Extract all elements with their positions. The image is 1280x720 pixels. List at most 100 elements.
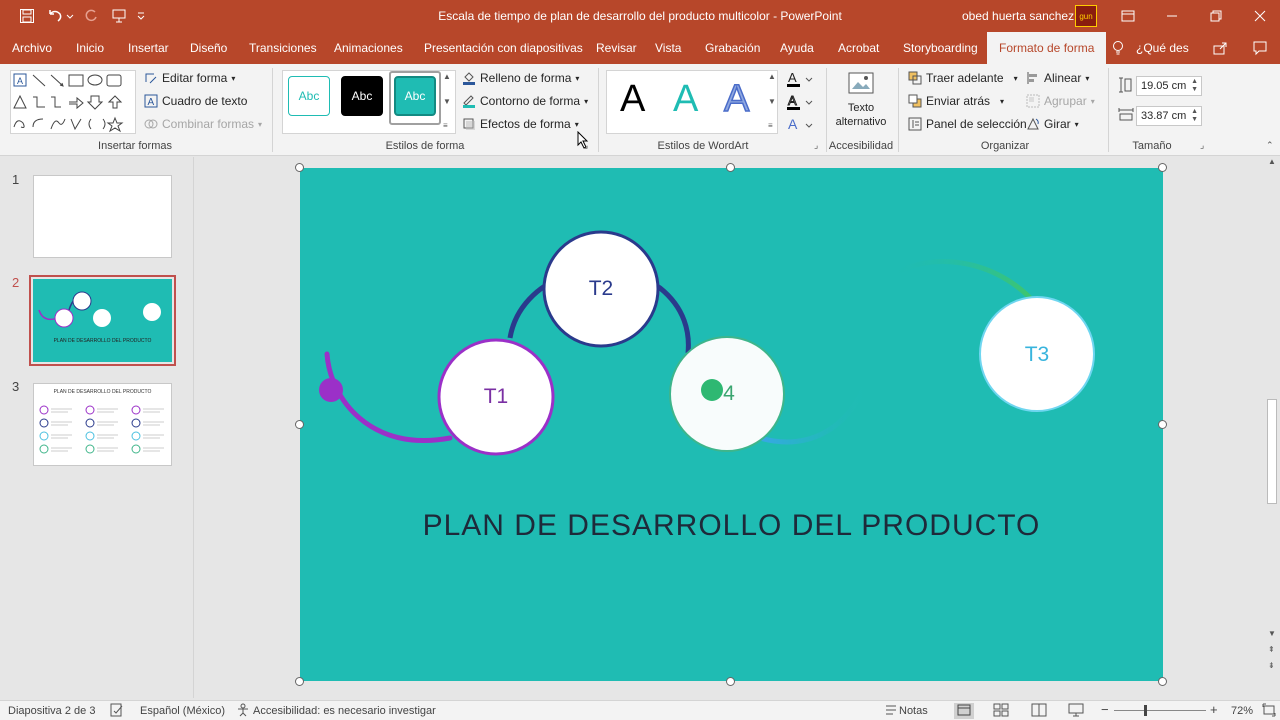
resize-handle-top-right[interactable] [1158,163,1167,172]
slide-canvas[interactable]: T1 T2 4 T3 PLAN DE DESARROLLO DEL PRODUC… [300,168,1163,681]
accessibility-status[interactable]: Accesibilidad: es necesario investigar [253,705,436,717]
wordart-style-teal[interactable]: A [673,78,698,121]
tab-storyboarding[interactable]: Storyboarding [903,32,978,64]
shape-width-input[interactable]: 33.87 cm ▲ ▼ [1136,106,1202,126]
zoom-slider-thumb[interactable] [1144,705,1147,716]
scroll-down-icon[interactable]: ▼ [1268,629,1276,638]
group-label-arrange: Organizar [980,140,1030,152]
group-button[interactable]: Agrupar ▾ [1026,94,1095,108]
scrollbar-thumb[interactable] [1267,399,1277,504]
vertical-scrollbar[interactable]: ▲ ▼ ⇞ ⇟ [1265,157,1280,698]
alt-text-label-2: alternativo [835,116,887,128]
reading-view-icon[interactable] [1031,703,1047,720]
tab-animaciones[interactable]: Animaciones [334,32,403,64]
lightbulb-icon[interactable] [1110,40,1126,56]
alt-text-button[interactable]: Texto alternativo [830,70,892,136]
tab-transiciones[interactable]: Transiciones [249,32,317,64]
timeline-segment-purple[interactable] [324,351,453,443]
tab-diseno[interactable]: Diseño [190,32,227,64]
selection-pane-button[interactable]: Panel de selección [908,117,1027,131]
text-box-button[interactable]: A Cuadro de texto [144,94,247,108]
shape-fill-button[interactable]: Relleno de forma ▾ [462,71,579,85]
comments-icon[interactable] [1252,40,1268,56]
tab-inicio[interactable]: Inicio [76,32,104,64]
shapes-gallery[interactable]: A [10,70,136,134]
resize-handle-top-left[interactable] [295,163,304,172]
wordart-style-outline[interactable]: A [723,77,750,121]
text-fill-icon[interactable]: A [786,70,814,88]
notes-icon[interactable] [884,703,898,720]
style-swatch-teal[interactable]: Abc [394,76,436,116]
slide-thumbnail-3[interactable]: PLAN DE DESARROLLO DEL PRODUCTO [33,383,172,466]
zoom-level[interactable]: 72% [1231,705,1253,717]
resize-handle-bottom-left[interactable] [295,677,304,686]
scroll-up-icon[interactable]: ▲ [1268,157,1276,166]
tab-archivo[interactable]: Archivo [12,32,52,64]
text-effects-icon[interactable]: A [786,116,814,134]
timeline-segment-green[interactable] [888,259,1037,305]
ribbon-tabs: Archivo Inicio Insertar Diseño Transicio… [0,32,1280,64]
share-icon[interactable] [1212,40,1228,56]
avatar[interactable]: gun [1075,5,1097,27]
resize-handle-bottom-right[interactable] [1158,677,1167,686]
edit-shape-button[interactable]: Editar forma ▾ [144,71,235,85]
next-slide-icon[interactable]: ⇟ [1268,661,1275,670]
zoom-slider-track[interactable] [1114,710,1206,711]
spell-check-icon[interactable] [110,703,124,720]
rotate-button[interactable]: Girar ▾ [1026,117,1079,131]
tab-presentacion[interactable]: Presentación con diapositivas [424,32,583,64]
align-button[interactable]: Alinear ▾ [1026,71,1089,85]
slide-graphics [319,230,1095,456]
tab-acrobat[interactable]: Acrobat [838,32,879,64]
style-swatch-black[interactable]: Abc [341,76,383,116]
tab-revisar[interactable]: Revisar [596,32,637,64]
slide-title[interactable]: PLAN DE DESARROLLO DEL PRODUCTO [300,509,1163,543]
wordart-style-black[interactable]: A [620,78,645,121]
dialog-launcher-icon[interactable]: ⌟ [1200,140,1204,151]
slide-thumbnail-2[interactable]: PLAN DE DESARROLLO DEL PRODUCTO [29,275,176,366]
styles-gallery-scroll[interactable]: ▲ ▼ ≡ [443,72,453,130]
tab-insertar[interactable]: Insertar [128,32,169,64]
shape-effects-button[interactable]: Efectos de forma ▾ [462,117,579,131]
resize-handle-left[interactable] [295,420,304,429]
close-icon[interactable] [1238,0,1280,32]
resize-handle-top[interactable] [726,163,735,172]
zoom-in-icon[interactable]: + [1210,702,1218,717]
tab-ayuda[interactable]: Ayuda [780,32,814,64]
language-indicator[interactable]: Español (México) [140,705,225,717]
send-backward-button[interactable]: Enviar atrás ▾ [908,94,1004,108]
tell-me-search[interactable]: ¿Qué des [1136,32,1189,64]
resize-handle-right[interactable] [1158,420,1167,429]
minimize-icon[interactable] [1150,0,1194,32]
bring-forward-button[interactable]: Traer adelante ▾ [908,71,1018,85]
slideshow-icon[interactable] [1068,703,1084,720]
zoom-out-icon[interactable]: − [1101,702,1109,717]
restore-icon[interactable] [1194,0,1238,32]
effects-icon [463,118,475,130]
slide-thumbnail-1[interactable] [33,175,172,258]
timeline-start-dot[interactable] [319,378,343,402]
ribbon-display-icon[interactable] [1106,0,1150,32]
previous-slide-icon[interactable]: ⇞ [1268,645,1275,654]
bring-forward-label: Traer adelante [926,71,1004,85]
text-outline-icon[interactable]: A [786,93,814,111]
normal-view-icon[interactable] [954,703,974,719]
resize-handle-bottom[interactable] [726,677,735,686]
dialog-launcher-icon[interactable]: ⌟ [814,140,818,151]
style-swatch-outline[interactable]: Abc [288,76,330,116]
shape-outline-button[interactable]: Contorno de forma ▾ [462,94,588,108]
wordart-gallery-scroll[interactable]: ▲ ▼ ≡ [768,72,778,130]
tab-vista[interactable]: Vista [655,32,681,64]
tab-grabacion[interactable]: Grabación [705,32,760,64]
slide-sorter-icon[interactable] [993,703,1009,720]
notes-button[interactable]: Notas [899,705,928,717]
user-name[interactable]: obed huerta sanchez [962,9,1074,23]
separator [1108,68,1109,152]
separator [898,68,899,152]
merge-shapes-button[interactable]: Combinar formas ▾ [144,117,262,131]
fit-slide-icon[interactable] [1262,703,1276,720]
tab-formato-de-forma[interactable]: Formato de forma [987,32,1107,64]
shape-height-input[interactable]: 19.05 cm ▲ ▼ [1136,76,1202,96]
accessibility-icon[interactable] [236,703,250,720]
collapse-ribbon-icon[interactable]: ⌃ [1266,140,1274,151]
